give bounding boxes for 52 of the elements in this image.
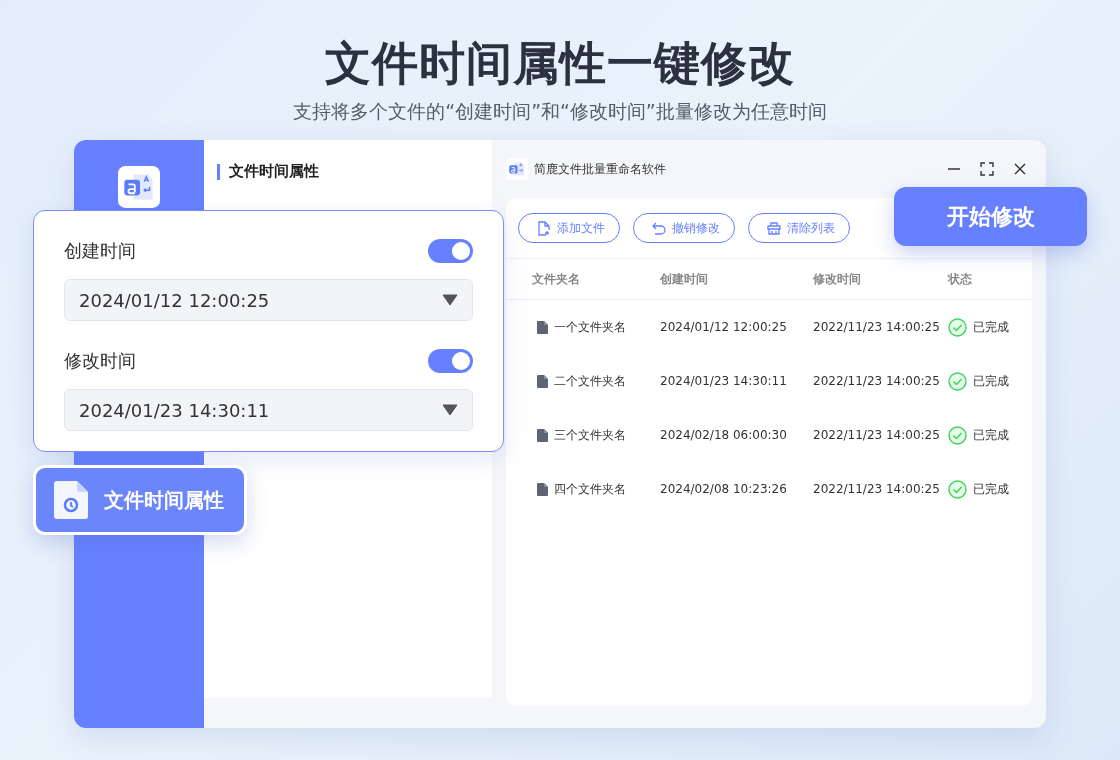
table-cell-text: 2022/11/23 14:00:25 <box>813 374 941 388</box>
table-cell-text: 2024/01/23 14:30:11 <box>660 374 788 388</box>
column-header: 创建时间 <box>660 270 709 288</box>
file-icon <box>537 320 548 334</box>
table-cell: 四个文件夹名 <box>554 480 626 498</box>
setting-label: 修改时间 <box>64 349 136 373</box>
check-circle-icon <box>948 425 967 445</box>
window-title: 简鹿文件批量重命名软件 <box>534 160 667 178</box>
page-title: 文件时间属性一键修改 <box>325 35 795 92</box>
undo-icon <box>652 221 666 235</box>
app-logo-icon <box>506 158 528 180</box>
table-cell-text: 2022/11/23 14:00:25 <box>813 482 941 496</box>
table-cell: 一个文件夹名 <box>554 318 626 336</box>
column-header: 文件夹名 <box>532 270 581 288</box>
dropdown-arrow-icon <box>442 404 458 416</box>
toolbar-button[interactable]: 撤销修改 <box>633 213 735 243</box>
dropdown-arrow-icon <box>442 294 458 306</box>
toolbar-button[interactable]: 添加文件 <box>518 213 620 243</box>
check-circle-icon <box>948 371 967 391</box>
sidebar-tab[interactable]: 文件时间属性 <box>33 465 247 535</box>
start-button[interactable]: 开始修改 <box>894 187 1087 246</box>
table-cell-text: 2022/11/23 14:00:25 <box>813 320 941 334</box>
file-icon <box>537 482 548 496</box>
table-cell: 二个文件夹名 <box>554 372 626 390</box>
setting-label: 创建时间 <box>64 239 136 263</box>
time-dropdown[interactable]: 2024/01/12 12:00:25 <box>64 279 473 321</box>
panel-title: 文件时间属性 <box>229 162 319 181</box>
column-header: 状态 <box>948 270 973 288</box>
toolbar-button[interactable]: 清除列表 <box>748 213 850 243</box>
status-text: 已完成 <box>973 318 1009 336</box>
maximize-icon[interactable] <box>977 159 997 179</box>
file-icon <box>537 374 548 388</box>
status-text: 已完成 <box>973 372 1009 390</box>
toggle-switch[interactable] <box>428 349 473 373</box>
app-logo-icon <box>118 166 160 208</box>
status-text: 已完成 <box>973 480 1009 498</box>
check-circle-icon <box>948 479 967 499</box>
table-cell-text: 2024/01/12 12:00:25 <box>660 320 788 334</box>
file-clock-icon <box>54 481 88 519</box>
table-cell-text: 2024/02/18 06:00:30 <box>660 428 788 442</box>
add-file-icon <box>537 220 551 236</box>
toggle-switch[interactable] <box>428 239 473 263</box>
column-header: 修改时间 <box>813 270 862 288</box>
page-subtitle: 支持将多个文件的“创建时间”和“修改时间”批量修改为任意时间 <box>293 99 827 124</box>
file-icon <box>537 428 548 442</box>
time-dropdown[interactable]: 2024/01/23 14:30:11 <box>64 389 473 431</box>
status-text: 已完成 <box>973 426 1009 444</box>
table-cell-text: 2024/02/08 10:23:26 <box>660 482 788 496</box>
table-cell-text: 2022/11/23 14:00:25 <box>813 428 941 442</box>
basket-icon <box>767 221 781 235</box>
table-cell: 三个文件夹名 <box>554 426 626 444</box>
check-circle-icon <box>948 317 967 337</box>
